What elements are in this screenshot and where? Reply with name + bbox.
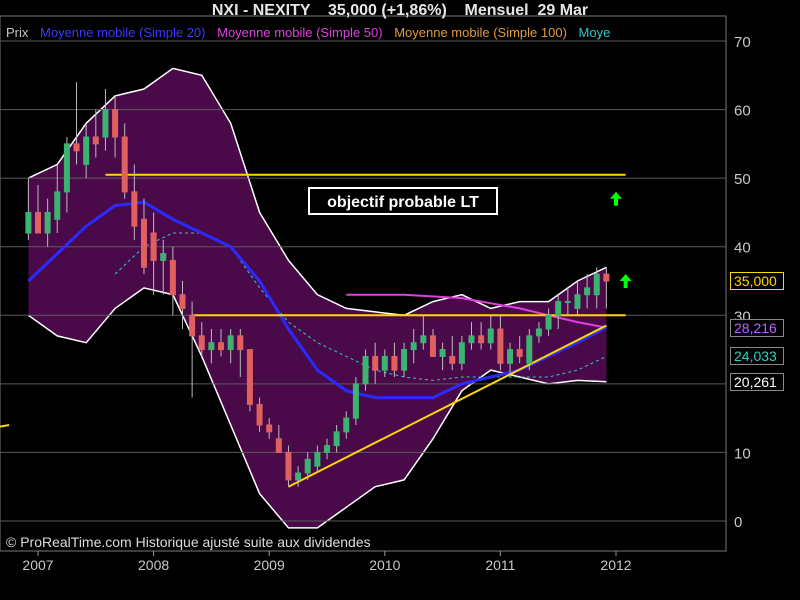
candle-body bbox=[324, 445, 330, 453]
candle-body bbox=[140, 218, 147, 268]
y-tick-label: 50 bbox=[734, 171, 751, 188]
candle-body bbox=[295, 472, 302, 481]
candle-body bbox=[131, 191, 138, 227]
legend-item-sma100: Moyenne mobile (Simple 100) bbox=[394, 25, 567, 40]
candle-body bbox=[603, 273, 610, 282]
candle-body bbox=[584, 287, 591, 296]
candle-body bbox=[526, 335, 533, 364]
price-box-sma50: 28,216 bbox=[730, 318, 784, 337]
candle-body bbox=[266, 424, 273, 433]
x-tick-label: 2007 bbox=[22, 557, 53, 573]
candle-body bbox=[391, 355, 398, 371]
candle-body bbox=[362, 355, 369, 385]
y-tick-label: 70 bbox=[734, 34, 751, 51]
x-tick-label: 2009 bbox=[254, 557, 285, 573]
candle-body bbox=[314, 451, 321, 467]
y-tick-label: 40 bbox=[734, 240, 751, 257]
chart-canvas: 010203040506070200720082009201020112012 bbox=[0, 15, 751, 573]
candle-body bbox=[593, 273, 600, 296]
y-tick-label: 60 bbox=[734, 103, 751, 120]
candle-body bbox=[112, 109, 119, 138]
candle-body bbox=[35, 211, 41, 234]
candle-body bbox=[507, 349, 514, 364]
candle-body bbox=[420, 335, 427, 344]
candle-body bbox=[372, 355, 379, 371]
x-tick-label: 2010 bbox=[369, 557, 400, 573]
candle-body bbox=[121, 136, 128, 193]
candle-body bbox=[218, 342, 225, 351]
x-tick-label: 2012 bbox=[600, 557, 631, 573]
candle-body bbox=[102, 109, 109, 138]
legend-item-sma50: Moyenne mobile (Simple 50) bbox=[217, 25, 383, 40]
y-tick-label: 0 bbox=[734, 514, 742, 531]
candle-body bbox=[429, 335, 436, 357]
candle-body bbox=[343, 417, 350, 433]
candle-body bbox=[304, 458, 311, 474]
candle-body bbox=[169, 259, 176, 296]
candle-body bbox=[574, 294, 581, 309]
candle-body bbox=[516, 349, 523, 357]
candle-body bbox=[401, 349, 408, 371]
legend-item-truncated: Moye bbox=[578, 25, 611, 40]
candle-body bbox=[458, 342, 465, 364]
candle-body bbox=[545, 314, 552, 330]
candle-body bbox=[487, 328, 494, 344]
price-box-last: 35,000 bbox=[730, 272, 784, 290]
chart-window: 010203040506070200720082009201020112012 … bbox=[0, 0, 800, 600]
target-annotation: objectif probable LT bbox=[308, 187, 498, 215]
x-tick-label: 2008 bbox=[138, 557, 169, 573]
candle-body bbox=[468, 335, 475, 344]
chart-legend: Prix Moyenne mobile (Simple 20) Moyenne … bbox=[6, 25, 726, 41]
candle-body bbox=[63, 143, 70, 193]
candle-body bbox=[535, 328, 542, 337]
candle-body bbox=[44, 211, 51, 234]
price-box-lower-band: 20,261 bbox=[730, 373, 784, 392]
candle-body bbox=[285, 451, 292, 481]
candle-body bbox=[92, 136, 99, 145]
candle-body bbox=[160, 253, 167, 261]
candle-body bbox=[54, 191, 61, 220]
candle-body bbox=[25, 211, 32, 234]
candle-body bbox=[333, 431, 340, 447]
candle-body bbox=[275, 438, 282, 453]
candle-body bbox=[410, 342, 417, 351]
candle-body bbox=[478, 335, 485, 344]
candle-body bbox=[73, 143, 80, 152]
candle-body bbox=[150, 232, 157, 261]
candle-body bbox=[497, 328, 504, 364]
price-box-dashed-ma: 24,033 bbox=[730, 347, 784, 366]
candle-body bbox=[179, 294, 186, 309]
candle-body bbox=[189, 314, 196, 337]
candle-body bbox=[439, 349, 446, 357]
candle-body bbox=[449, 355, 456, 364]
candle-body bbox=[83, 136, 90, 165]
candle-body bbox=[198, 335, 205, 351]
candle-body bbox=[208, 342, 215, 351]
candle-body bbox=[246, 349, 253, 405]
candle-body bbox=[564, 301, 571, 304]
chart-title: NXI - NEXITY 35,000 (+1,86%) Mensuel 29 … bbox=[211, 2, 589, 19]
legend-item-sma20: Moyenne mobile (Simple 20) bbox=[40, 25, 206, 40]
credit-text: © ProRealTime.com Historique ajusté suit… bbox=[6, 534, 371, 550]
x-tick-label: 2011 bbox=[485, 557, 515, 573]
candle-body bbox=[227, 335, 234, 351]
candle-body bbox=[237, 335, 244, 351]
candle-body bbox=[256, 403, 263, 426]
legend-item-price: Prix bbox=[6, 25, 29, 40]
y-tick-label: 10 bbox=[734, 445, 751, 462]
candle-body bbox=[352, 383, 359, 419]
candle-body bbox=[381, 355, 388, 371]
candle-body bbox=[555, 301, 562, 316]
